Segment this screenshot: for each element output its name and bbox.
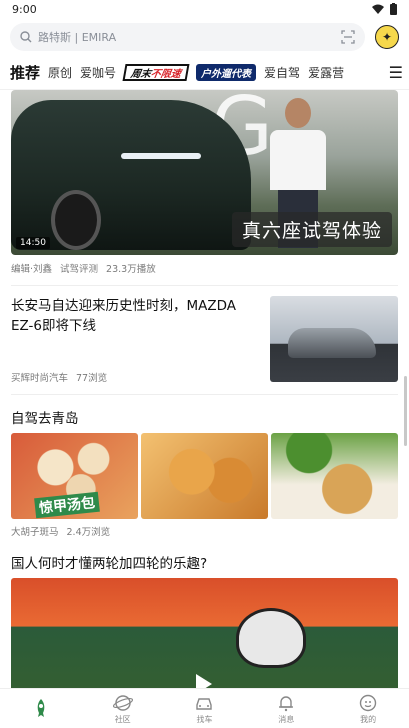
car-icon	[196, 697, 213, 710]
view-count: 2.4万浏览	[66, 527, 111, 538]
view-count: 77浏览	[76, 373, 108, 384]
video-card[interactable]: G 真六座试驾体验 14:50	[11, 90, 398, 255]
car-wheel	[51, 190, 101, 250]
gallery-title[interactable]: 自驾去青岛	[11, 407, 398, 427]
video-meta: 编辑·刘鑫 试驾评测 23.3万播放	[11, 261, 398, 275]
image-label: 惊甲汤包	[34, 491, 100, 519]
bell-icon	[279, 695, 294, 711]
bottom-nav: 社区 找车 消息 我的	[0, 688, 409, 728]
author-name[interactable]: 大胡子斑马	[11, 524, 59, 538]
nav-label: 消息	[278, 714, 295, 724]
community-icon	[112, 694, 133, 711]
feed[interactable]: G 真六座试驾体验 14:50 编辑·刘鑫 试驾评测 23.3万播放 长安马自达…	[0, 90, 409, 688]
tab-outdoor[interactable]: 户外遛代表	[196, 64, 257, 81]
category-label: 试驾评测	[60, 264, 99, 275]
search-icon	[20, 31, 32, 43]
brand-logo-icon[interactable]: ✦	[375, 25, 399, 49]
helmet-image	[236, 608, 306, 668]
video-duration: 14:50	[16, 237, 50, 249]
profile-icon	[359, 694, 377, 711]
search-placeholder: 路特斯 | EMIRA	[38, 31, 117, 44]
car-image	[11, 100, 251, 250]
tab-recommend[interactable]: 推荐	[10, 62, 40, 83]
home-rocket-icon	[37, 699, 45, 717]
author-name[interactable]: 编辑·刘鑫	[11, 261, 52, 275]
menu-icon[interactable]: ☰	[389, 63, 403, 82]
nav-find-car[interactable]: 找车	[174, 693, 234, 725]
view-count: 23.3万播放	[106, 264, 156, 275]
search-input[interactable]: 路特斯 | EMIRA	[10, 23, 365, 51]
gallery-meta: 大胡子斑马 2.4万浏览	[11, 524, 398, 538]
video2-thumbnail[interactable]	[11, 578, 398, 688]
nav-messages[interactable]: 消息	[256, 693, 316, 725]
search-row: 路特斯 | EMIRA ✦	[0, 18, 409, 56]
status-time: 9:00	[12, 2, 37, 16]
video-caption: 真六座试驾体验	[231, 212, 392, 247]
tab-weekend-unlimited[interactable]: 周末 不限速	[122, 64, 190, 81]
divider	[11, 394, 398, 395]
nav-label: 我的	[360, 714, 377, 724]
scrollbar[interactable]	[404, 376, 407, 446]
tab-original[interactable]: 原创	[48, 64, 72, 81]
gallery-images[interactable]: 惊甲汤包	[11, 433, 398, 519]
tab-camping[interactable]: 爱露营	[308, 64, 344, 81]
author-name[interactable]: 买辉时尚汽车	[11, 370, 68, 384]
gallery-image[interactable]	[271, 433, 398, 519]
gallery-image[interactable]: 惊甲汤包	[11, 433, 138, 519]
play-icon[interactable]	[196, 674, 212, 688]
article-thumbnail[interactable]	[270, 296, 398, 382]
article-card[interactable]: 长安马自达迎来历史性时刻，MAZDA EZ-6即将下线 买辉时尚汽车 77浏览	[11, 296, 398, 384]
nav-home[interactable]	[11, 698, 71, 719]
tab-aikahao[interactable]: 爱咖号	[80, 64, 116, 81]
nav-label: 社区	[114, 714, 131, 724]
car-headlight	[121, 153, 201, 159]
nav-label: 找车	[196, 714, 213, 724]
status-bar: 9:00	[0, 0, 409, 18]
status-icons	[372, 3, 397, 15]
wifi-icon	[372, 4, 384, 14]
gallery-image[interactable]	[141, 433, 268, 519]
battery-icon	[390, 3, 397, 15]
tab-weekend-accent: 不限速	[149, 69, 182, 80]
divider	[11, 285, 398, 286]
video2-title[interactable]: 国人何时才懂两轮加四轮的乐趣?	[11, 552, 398, 572]
tab-self-drive[interactable]: 爱自驾	[264, 64, 300, 81]
channel-tabs: 推荐 原创 爱咖号 周末 不限速 户外遛代表 爱自驾 爱露营 ☰	[0, 56, 409, 90]
scan-icon[interactable]	[341, 30, 355, 44]
article-meta: 买辉时尚汽车 77浏览	[11, 370, 262, 384]
article-title[interactable]: 长安马自达迎来历史性时刻，MAZDA EZ-6即将下线	[11, 296, 262, 336]
nav-community[interactable]: 社区	[93, 693, 153, 725]
nav-profile[interactable]: 我的	[338, 693, 398, 725]
